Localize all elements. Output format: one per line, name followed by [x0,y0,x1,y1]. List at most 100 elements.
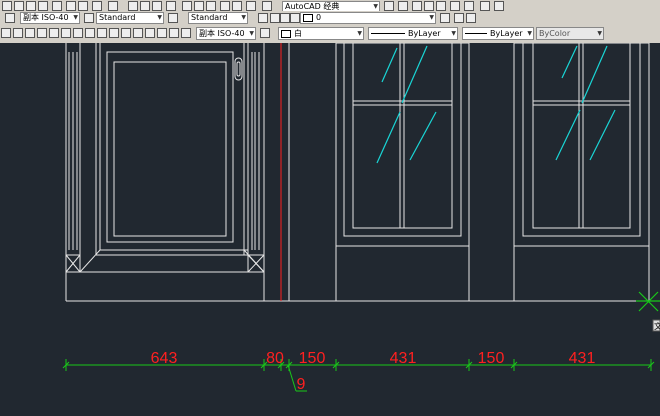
view-left-icon[interactable] [424,1,434,11]
plotstyle-select[interactable]: ByColor ▼ [536,27,604,40]
chevron-down-icon: ▼ [73,14,78,21]
tolerance-icon[interactable] [133,28,143,38]
plot-icon[interactable] [38,1,48,11]
chevron-down-icon: ▼ [451,30,456,37]
jogged-dim-icon[interactable] [61,28,71,38]
tool-palettes-icon[interactable] [206,1,216,11]
chevron-down-icon: ▼ [157,14,162,21]
chevron-down-icon: ▼ [527,30,532,37]
dim-text-150-b: 150 [478,350,505,367]
dim-text-431-b: 431 [569,350,596,367]
chevron-down-icon: ▼ [241,14,246,21]
lineweight-preview [465,33,487,34]
dim-text-9: 9 [297,376,306,393]
dim-text-edit-icon[interactable] [169,28,179,38]
lineweight-label: ByLayer [490,29,523,38]
continue-dim-icon[interactable] [121,28,131,38]
preview-icon[interactable] [52,1,62,11]
layer-color-swatch [303,13,313,22]
text-style-icon[interactable] [84,13,94,23]
layer-label: 0 [316,13,322,22]
dim-style-label: 副本 ISO-40 [23,13,69,22]
aligned-dim-icon[interactable] [13,28,23,38]
diameter-dim-icon[interactable] [73,28,83,38]
open-icon[interactable] [14,1,24,11]
layer-on-icon[interactable] [270,13,280,23]
calculator-icon[interactable] [246,1,256,11]
help-icon[interactable] [262,1,272,11]
plotstyle-label: ByColor [539,29,571,38]
zoom-realtime-icon[interactable] [140,1,150,11]
chevron-down-icon: ▼ [249,30,254,37]
chevron-down-icon: ▼ [597,30,602,37]
canvas-background [0,43,660,416]
dim-text-643: 643 [151,350,178,367]
dim-style-label-2: 副本 ISO-40 [199,29,245,38]
pan-icon[interactable] [128,1,138,11]
table-style-select[interactable]: Standard ▼ [188,12,248,24]
markup-icon[interactable] [232,1,242,11]
make-object-layer-current-icon[interactable] [440,13,450,23]
table-style-label: Standard [191,13,228,22]
workspace-label: AutoCAD 经典 [285,2,340,11]
layer-freeze-icon[interactable] [280,13,290,23]
angular-dim-icon[interactable] [85,28,95,38]
undo-icon[interactable] [92,1,102,11]
dim-edit-icon[interactable] [157,28,167,38]
dim-style-icon[interactable] [5,13,15,23]
chevron-down-icon: ▼ [373,3,378,10]
styles-layers-toolbar: 副本 ISO-40 ▼ Standard ▼ Standard ▼ 0 ▼ [0,11,660,27]
linetype-preview [371,33,405,34]
dim-style-select-2[interactable]: 副本 ISO-40 ▼ [196,27,256,40]
color-select[interactable]: 白 ▼ [278,27,364,40]
quick-dim-icon[interactable] [97,28,107,38]
properties-toolbar: 副本 ISO-40 ▼ 白 ▼ ByLayer ▼ ByLayer ▼ ByColor ▼ [0,26,660,44]
center-mark-icon[interactable] [145,28,155,38]
color-swatch [281,29,291,38]
baseline-dim-icon[interactable] [109,28,119,38]
arc-length-icon[interactable] [25,28,35,38]
linetype-label: ByLayer [408,29,441,38]
view-right-icon[interactable] [436,1,446,11]
sheet-set-icon[interactable] [220,1,230,11]
design-center-icon[interactable] [194,1,204,11]
ucs-tooltip-text: 文 [654,321,660,331]
layer-states-icon[interactable] [466,13,476,23]
workspace-settings-icon[interactable] [384,1,394,11]
properties-icon[interactable] [182,1,192,11]
dim-style-manager-icon[interactable] [260,28,270,38]
radius-dim-icon[interactable] [49,28,59,38]
zoom-window-icon[interactable] [152,1,162,11]
view-top-icon[interactable] [398,1,408,11]
layer-lock-icon[interactable] [290,13,300,23]
view-front-icon[interactable] [450,1,460,11]
lineweight-select[interactable]: ByLayer ▼ [462,27,534,40]
dim-text-80: 80 [266,350,284,367]
linear-dim-icon[interactable] [1,28,11,38]
text-style-label: Standard [99,13,136,22]
view-ne-iso-icon[interactable] [494,1,504,11]
layer-select[interactable]: 0 ▼ [300,12,436,24]
color-label: 白 [294,29,302,38]
new-icon[interactable] [2,1,12,11]
table-style-icon[interactable] [168,13,178,23]
zoom-previous-icon[interactable] [166,1,176,11]
linetype-select[interactable]: ByLayer ▼ [368,27,458,40]
layer-manager-icon[interactable] [258,13,268,23]
copy-icon[interactable] [78,1,88,11]
view-back-icon[interactable] [464,1,474,11]
chevron-down-icon: ▼ [357,30,362,37]
dim-update-icon[interactable] [181,28,191,38]
text-style-select[interactable]: Standard ▼ [96,12,164,24]
chevron-down-icon: ▼ [429,14,434,21]
redo-icon[interactable] [108,1,118,11]
layer-previous-icon[interactable] [454,13,464,23]
ordinate-dim-icon[interactable] [37,28,47,38]
cut-icon[interactable] [66,1,76,11]
dim-text-431-a: 431 [390,350,417,367]
view-iso-icon[interactable] [480,1,490,11]
drawing-canvas[interactable]: 文 643 80 150 431 150 431 9 [0,43,660,416]
save-icon[interactable] [26,1,36,11]
dim-style-select[interactable]: 副本 ISO-40 ▼ [20,12,80,24]
view-bottom-icon[interactable] [412,1,422,11]
